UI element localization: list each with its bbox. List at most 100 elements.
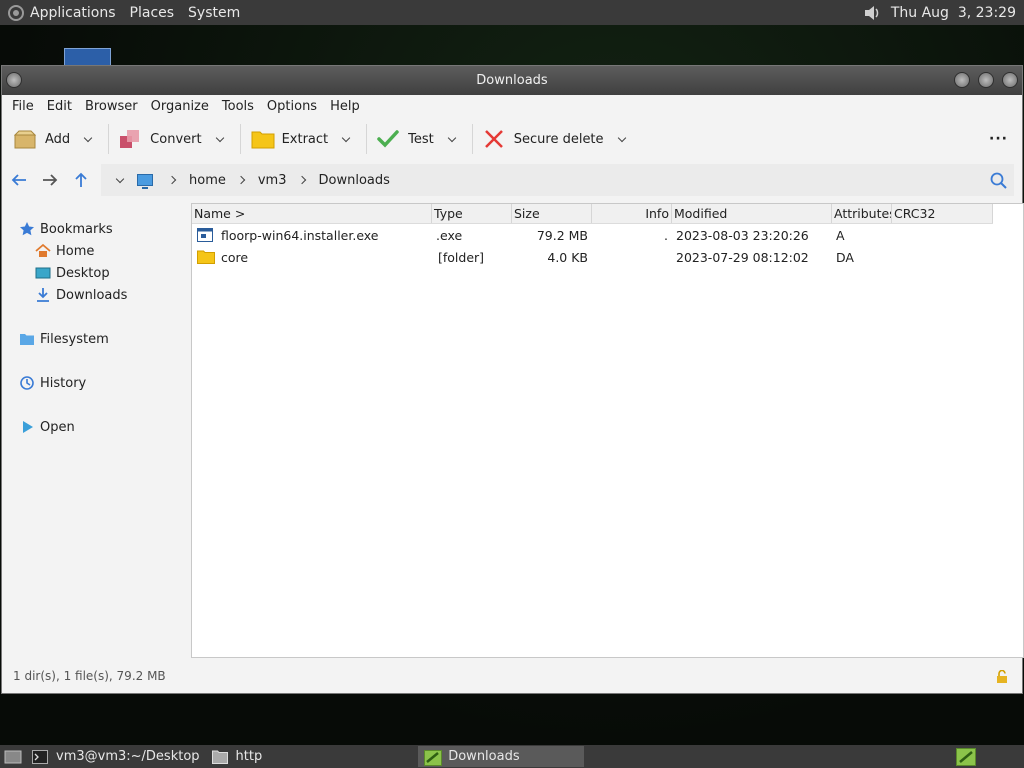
menu-options[interactable]: Options: [267, 99, 317, 114]
column-attributes[interactable]: Attributes: [832, 204, 892, 223]
sidebar-item-history[interactable]: History: [19, 375, 86, 391]
window-title: Downloads: [476, 73, 548, 88]
history-icon: [19, 375, 35, 391]
add-button[interactable]: Add: [13, 123, 70, 155]
sidebar-item-home[interactable]: Home: [35, 243, 94, 259]
add-archive-icon: [13, 129, 37, 149]
menu-tools[interactable]: Tools: [222, 99, 254, 114]
folder-icon: [19, 331, 35, 347]
folder-icon: [211, 750, 228, 764]
secure-delete-dropdown[interactable]: [612, 123, 632, 155]
applications-menu[interactable]: Applications: [30, 5, 116, 21]
applications-logo-icon[interactable]: [8, 4, 24, 21]
system-menu[interactable]: System: [188, 5, 240, 21]
path-separator-icon: [236, 175, 246, 185]
extract-button[interactable]: Extract: [251, 123, 328, 155]
test-button[interactable]: Test: [377, 123, 434, 155]
top-panel: Applications Places System Thu Aug 3, 23…: [0, 0, 1024, 25]
archiver-app-icon: [424, 749, 443, 766]
file-type: .exe: [436, 227, 463, 243]
taskbar-http-folder[interactable]: http: [206, 746, 269, 767]
table-row[interactable]: core [folder] 4.0 KB 2023-07-29 08:12:02…: [192, 246, 1023, 268]
window-titlebar[interactable]: Downloads: [2, 66, 1022, 95]
volume-icon[interactable]: [863, 4, 881, 22]
breadcrumb-home[interactable]: home: [189, 173, 226, 188]
convert-button[interactable]: Convert: [119, 123, 202, 155]
sidebar-item-filesystem[interactable]: Filesystem: [19, 331, 109, 347]
path-bar: home vm3 Downloads: [101, 164, 1014, 196]
breadcrumb-vm3[interactable]: vm3: [258, 173, 287, 188]
extract-dropdown[interactable]: [336, 123, 356, 155]
path-separator-icon: [297, 175, 306, 185]
sidebar-item-open[interactable]: Open: [19, 419, 75, 435]
table-row[interactable]: floorp-win64.installer.exe .exe 79.2 MB …: [192, 224, 1023, 246]
maximize-icon[interactable]: [978, 72, 994, 88]
places-menu[interactable]: Places: [130, 5, 175, 21]
terminal-icon: [32, 749, 48, 764]
menu-organize[interactable]: Organize: [151, 99, 209, 114]
test-dropdown[interactable]: [442, 123, 462, 155]
file-modified: 2023-07-29 08:12:02: [676, 249, 809, 265]
column-info[interactable]: Info: [592, 204, 672, 223]
taskbar-terminal[interactable]: vm3@vm3:~/Desktop: [26, 746, 206, 767]
taskbar-downloads[interactable]: Downloads: [418, 746, 585, 767]
file-type: [folder]: [438, 249, 485, 265]
menu-edit[interactable]: Edit: [47, 99, 72, 114]
computer-icon[interactable]: [137, 174, 153, 189]
desktop-computer-icon[interactable]: [64, 48, 111, 66]
window-menu-icon[interactable]: [6, 72, 22, 88]
convert-dropdown[interactable]: [210, 123, 230, 155]
desktop-icon: [35, 265, 51, 281]
column-header: Name > Type Size Info Modified Attribute…: [192, 204, 993, 224]
menu-browser[interactable]: Browser: [85, 99, 138, 114]
file-size: 4.0 KB: [547, 249, 588, 265]
forward-arrow-icon[interactable]: [36, 166, 64, 194]
menu-file[interactable]: File: [12, 99, 34, 114]
file-attributes: DA: [836, 249, 854, 265]
status-text: 1 dir(s), 1 file(s), 79.2 MB: [13, 669, 166, 683]
add-dropdown[interactable]: [78, 123, 98, 155]
file-name: core: [221, 249, 249, 265]
more-options-icon[interactable]: ···: [989, 131, 1008, 147]
tray-archiver-icon[interactable]: [950, 746, 982, 767]
clock[interactable]: Thu Aug 3, 23:29: [891, 5, 1016, 21]
chevron-down-icon: [115, 174, 125, 183]
home-icon: [35, 243, 51, 259]
delete-x-icon: [483, 129, 505, 149]
download-icon: [35, 287, 51, 303]
convert-icon: [119, 129, 141, 149]
sidebar-item-downloads[interactable]: Downloads: [35, 287, 127, 303]
minimize-icon[interactable]: [954, 72, 970, 88]
folder-icon: [197, 250, 215, 264]
secure-delete-button[interactable]: Secure delete: [483, 123, 604, 155]
up-arrow-icon[interactable]: [67, 166, 95, 194]
column-type[interactable]: Type: [432, 204, 512, 223]
column-name[interactable]: Name >: [192, 204, 432, 223]
back-arrow-icon[interactable]: [5, 166, 33, 194]
status-bar: 1 dir(s), 1 file(s), 79.2 MB: [2, 658, 1022, 694]
toolbar: Add Convert Extract Test Secure delete ·…: [2, 117, 1022, 161]
path-history-dropdown[interactable]: [113, 174, 127, 183]
chevron-down-icon: [215, 133, 224, 142]
unlock-icon[interactable]: [996, 669, 1008, 683]
file-info: .: [664, 227, 668, 243]
search-icon[interactable]: [990, 172, 1007, 189]
close-icon[interactable]: [1002, 72, 1018, 88]
menubar: File Edit Browser Organize Tools Options…: [2, 95, 1022, 117]
show-desktop-icon[interactable]: [0, 746, 26, 767]
check-icon: [377, 129, 399, 149]
column-size[interactable]: Size: [512, 204, 592, 223]
column-crc32[interactable]: CRC32: [892, 204, 993, 223]
file-modified: 2023-08-03 23:20:26: [676, 227, 809, 243]
extract-folder-icon: [251, 129, 275, 149]
file-size: 79.2 MB: [536, 227, 588, 243]
column-modified[interactable]: Modified: [672, 204, 832, 223]
chevron-down-icon: [617, 133, 626, 142]
star-icon: [19, 221, 35, 237]
file-attributes: A: [836, 227, 845, 243]
breadcrumb-downloads[interactable]: Downloads: [319, 173, 390, 188]
path-separator-icon: [167, 175, 177, 185]
sidebar-item-bookmarks[interactable]: Bookmarks: [19, 221, 113, 237]
menu-help[interactable]: Help: [330, 99, 360, 114]
sidebar-item-desktop[interactable]: Desktop: [35, 265, 110, 281]
